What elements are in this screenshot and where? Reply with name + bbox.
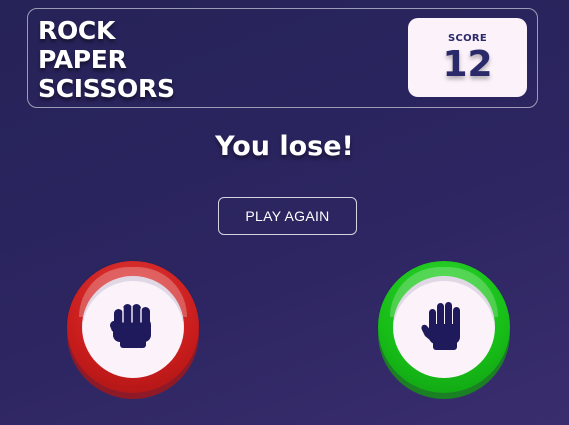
play-again-button[interactable]: PLAY AGAIN: [218, 197, 357, 235]
paper-hand-icon: [421, 302, 460, 350]
score-value: 12: [442, 44, 493, 85]
player-choice-rock[interactable]: [67, 261, 199, 393]
title-line-paper: PAPER: [38, 45, 127, 74]
score-box: SCORE 12: [408, 18, 527, 97]
score-label: SCORE: [447, 33, 488, 44]
rock-fist-icon: [110, 304, 151, 348]
result-message: You lose!: [215, 131, 354, 162]
game-title: ROCK PAPER SCISSORS: [38, 16, 175, 103]
player-choice-inner: [82, 276, 184, 378]
title-line-rock: ROCK: [38, 16, 116, 45]
house-choice-paper[interactable]: [378, 261, 510, 393]
title-line-scissors: SCISSORS: [38, 74, 175, 103]
game-header: ROCK PAPER SCISSORS SCORE 12: [27, 8, 538, 108]
house-choice-inner: [393, 276, 495, 378]
